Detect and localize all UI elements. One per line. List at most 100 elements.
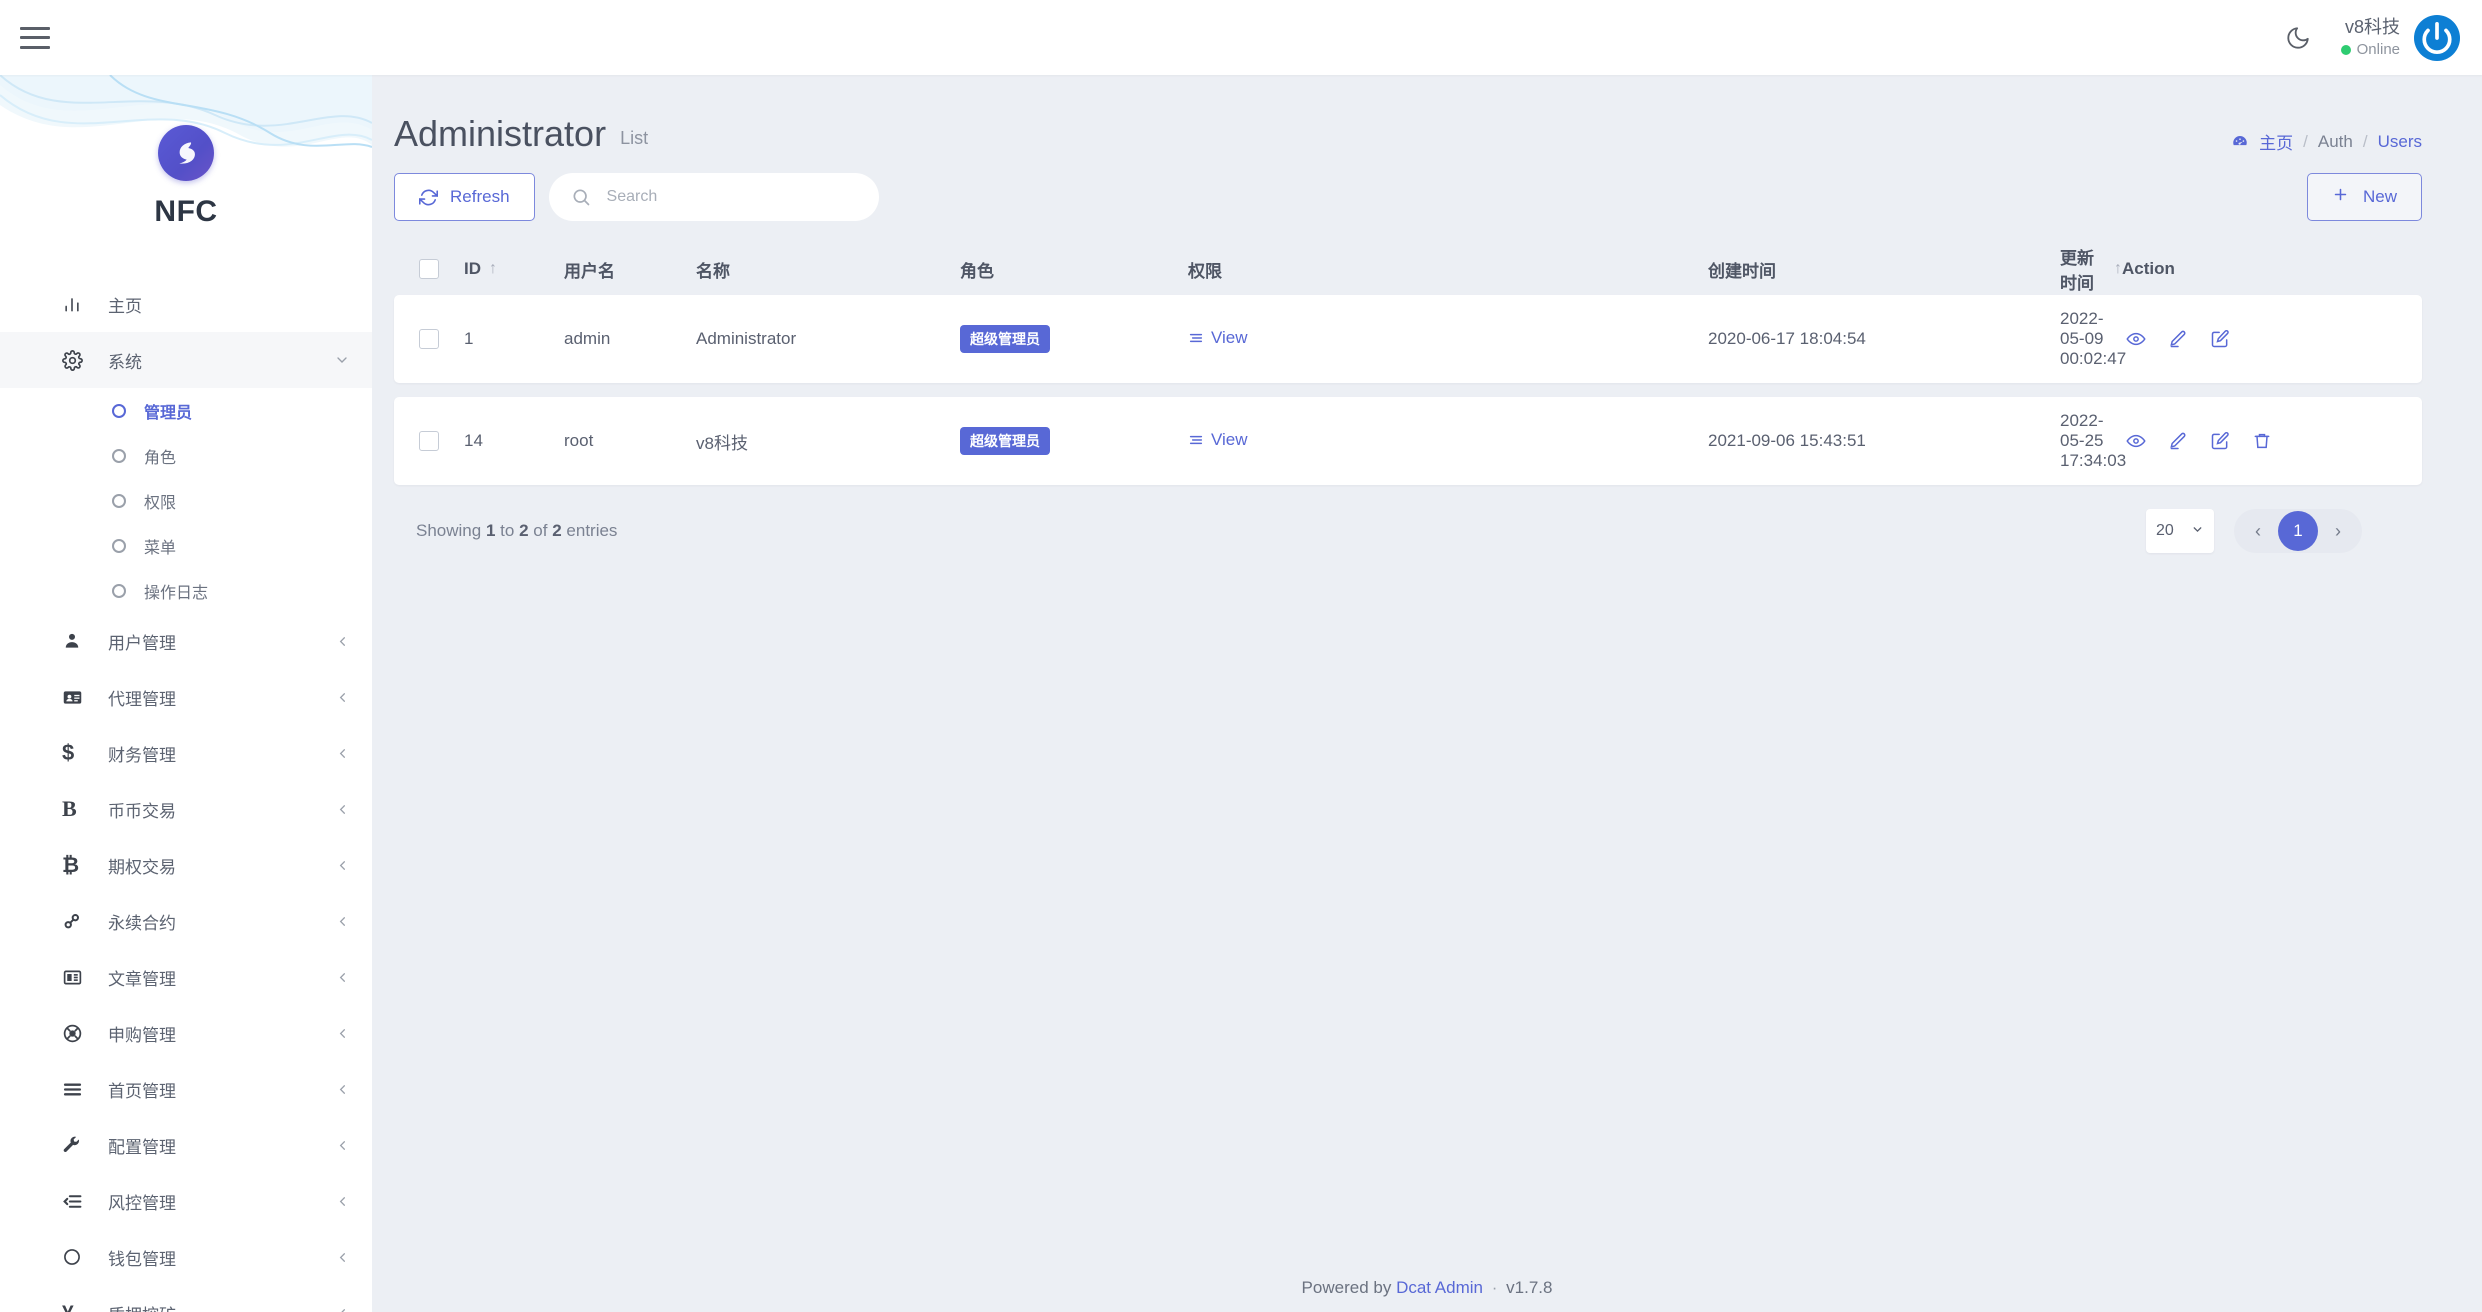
- user-name: v8科技: [2344, 17, 2400, 38]
- sidebar-item-option-trading[interactable]: ₿ 期权交易: [0, 837, 372, 893]
- new-label: New: [2362, 187, 2397, 206]
- sidebar-item-finance-management[interactable]: $ 财务管理: [0, 725, 372, 781]
- refresh-icon: [419, 188, 438, 207]
- row-checkbox-cell: [394, 431, 464, 451]
- circle-icon: [62, 1247, 92, 1267]
- table-row[interactable]: 1 admin Administrator 超级管理员 View 2020-06…: [394, 295, 2422, 383]
- select-all-checkbox[interactable]: [419, 259, 439, 279]
- column-header-updated-at[interactable]: 更新时间 ↑: [2060, 244, 2122, 294]
- online-dot-icon: [2340, 44, 2351, 55]
- select-all-checkbox-cell: [394, 259, 464, 279]
- table-row[interactable]: 14 root v8科技 超级管理员 View 2021-09-06 15:43…: [394, 397, 2422, 485]
- sidebar-item-label: 申购管理: [108, 1025, 176, 1045]
- cell-username: root: [564, 431, 594, 450]
- dcat-admin-link[interactable]: Dcat Admin: [1396, 1278, 1483, 1297]
- eye-icon[interactable]: [2126, 329, 2146, 349]
- sidebar-item-perpetual-contract[interactable]: 永续合约: [0, 893, 372, 949]
- sidebar-item-menu[interactable]: 菜单: [0, 523, 372, 568]
- sidebar-item-label: 质押挖矿: [108, 1301, 176, 1312]
- sidebar-item-config-management[interactable]: 配置管理: [0, 1117, 372, 1173]
- column-header-username[interactable]: 用户名: [564, 257, 696, 282]
- sidebar-item-staking-mining[interactable]: ¥ 质押挖矿: [0, 1285, 372, 1312]
- trash-icon[interactable]: [2252, 431, 2272, 451]
- showing-from: 1: [485, 521, 496, 540]
- list-lines-icon: [62, 1079, 92, 1100]
- pencil-icon[interactable]: [2168, 431, 2188, 451]
- column-header-created-at[interactable]: 创建时间: [1708, 257, 2060, 282]
- sidebar-item-administrators[interactable]: 管理员: [0, 388, 372, 433]
- cell-name: v8科技: [696, 433, 748, 453]
- pencil-icon[interactable]: [2168, 329, 2188, 349]
- refresh-label: Refresh: [450, 187, 510, 206]
- sidebar-item-subscription-management[interactable]: 申购管理: [0, 1005, 372, 1061]
- powered-by-footer: Powered by Dcat Admin · v1.7.8: [372, 1278, 2482, 1298]
- edit-box-icon[interactable]: [2210, 431, 2230, 451]
- circle-icon: [112, 403, 126, 418]
- chevron-right-icon: [335, 746, 350, 761]
- sidebar-item-home[interactable]: 主页: [0, 276, 372, 332]
- sidebar: NFC 主页 系统 管理员 角色 权限 菜单 操作日志 用户管理 代理管理 $ …: [0, 75, 372, 1312]
- hamburger-menu-icon[interactable]: [20, 26, 50, 49]
- wrench-icon: [62, 1135, 92, 1155]
- permission-view-link[interactable]: View: [1188, 328, 1248, 348]
- sidebar-item-label: 用户管理: [108, 633, 176, 653]
- pager: ‹ 1 ›: [2234, 509, 2362, 553]
- sidebar-item-roles[interactable]: 角色: [0, 433, 372, 478]
- sort-asc-icon[interactable]: ↑: [2114, 260, 2122, 278]
- edit-box-icon[interactable]: [2210, 329, 2230, 349]
- per-page-value: 20: [2156, 522, 2174, 539]
- sidebar-item-risk-management[interactable]: 风控管理: [0, 1173, 372, 1229]
- refresh-button[interactable]: Refresh: [394, 173, 535, 221]
- chevron-down-icon: [2191, 523, 2204, 539]
- sort-asc-icon[interactable]: ↑: [489, 260, 497, 278]
- sidebar-item-article-management[interactable]: 文章管理: [0, 949, 372, 1005]
- column-header-role[interactable]: 角色: [960, 257, 1188, 282]
- row-checkbox[interactable]: [419, 329, 439, 349]
- row-action-group: [2126, 329, 2426, 349]
- new-button[interactable]: New: [2306, 173, 2422, 221]
- user-info: v8科技 Online: [2340, 15, 2400, 60]
- breadcrumb-item-users[interactable]: Users: [2378, 132, 2422, 152]
- gear-icon: [62, 349, 92, 371]
- sidebar-item-permissions[interactable]: 权限: [0, 478, 372, 523]
- sidebar-item-coin-trading[interactable]: B 币币交易: [0, 781, 372, 837]
- powered-version: v1.7.8: [1506, 1278, 1553, 1297]
- lifebuoy-icon: [62, 1023, 92, 1044]
- user-status: Online: [2340, 40, 2400, 60]
- sidebar-item-user-management[interactable]: 用户管理: [0, 613, 372, 669]
- top-bar: v8科技 Online: [0, 0, 2482, 75]
- breadcrumb-separator: /: [2303, 131, 2308, 151]
- sidebar-item-wallet-management[interactable]: 钱包管理: [0, 1229, 372, 1285]
- sidebar-item-agent-management[interactable]: 代理管理: [0, 669, 372, 725]
- column-header-permission[interactable]: 权限: [1188, 257, 1708, 282]
- showing-of: of: [533, 521, 548, 540]
- sidebar-item-homepage-management[interactable]: 首页管理: [0, 1061, 372, 1117]
- permission-view-link[interactable]: View: [1188, 430, 1248, 450]
- page-header: Administrator List 主页 / Auth / Users: [372, 75, 2482, 155]
- avatar[interactable]: [2414, 14, 2460, 61]
- cell-updated-at: 2022-05-09 00:02:47: [2060, 309, 2127, 368]
- dark-mode-toggle-icon[interactable]: [2281, 21, 2315, 55]
- column-header-name[interactable]: 名称: [696, 257, 960, 282]
- sidebar-brand[interactable]: NFC: [0, 75, 372, 270]
- next-page-button[interactable]: ›: [2318, 511, 2358, 551]
- search-input[interactable]: [548, 173, 879, 221]
- column-header-id[interactable]: ID ↑: [464, 259, 564, 279]
- pagination-controls: 20 ‹ 1 ›: [2146, 509, 2362, 553]
- cell-name: Administrator: [696, 329, 797, 348]
- user-menu[interactable]: v8科技 Online: [2340, 14, 2460, 61]
- page-button-1[interactable]: 1: [2278, 511, 2318, 551]
- powered-dot: ·: [1491, 1278, 1498, 1297]
- sidebar-item-operation-log[interactable]: 操作日志: [0, 568, 372, 613]
- circle-icon: [112, 538, 126, 553]
- cell-updated-at: 2022-05-25 17:34:03: [2060, 411, 2127, 470]
- prev-page-button[interactable]: ‹: [2238, 511, 2278, 551]
- breadcrumb-item-home[interactable]: 主页: [2259, 129, 2293, 154]
- row-checkbox[interactable]: [419, 431, 439, 451]
- column-header-action: Action: [2122, 259, 2422, 279]
- sidebar-item-system[interactable]: 系统: [0, 332, 372, 388]
- per-page-select[interactable]: 20: [2146, 509, 2214, 553]
- eye-icon[interactable]: [2126, 431, 2146, 451]
- sidebar-subitem-label: 操作日志: [144, 584, 209, 602]
- link-icon: [62, 911, 92, 931]
